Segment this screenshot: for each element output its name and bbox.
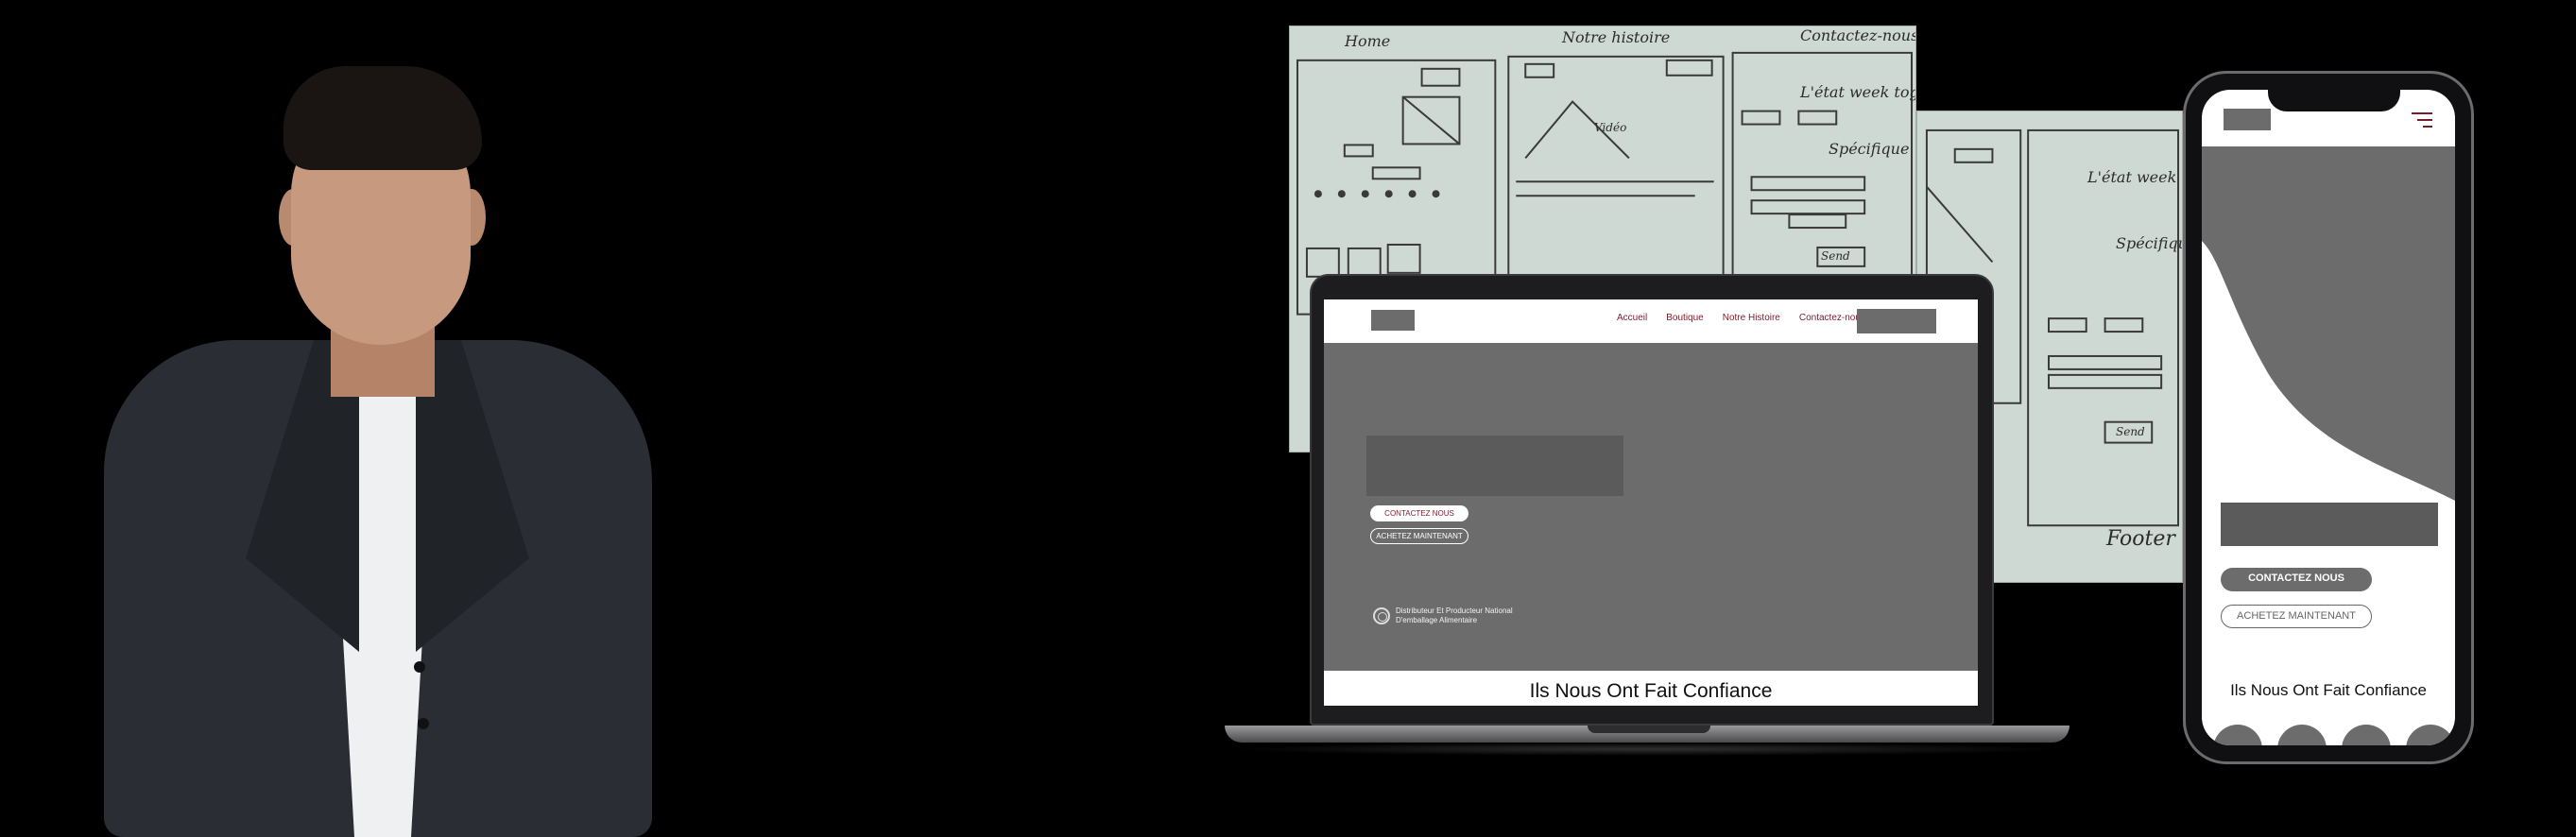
site-logo-placeholder[interactable] bbox=[1371, 310, 1415, 331]
sketch-label: Home bbox=[1345, 32, 1391, 50]
contact-button[interactable]: CONTACTEZ NOUS bbox=[1370, 505, 1468, 521]
sketch-label: Send bbox=[1821, 249, 1850, 263]
site-navbar: Accueil Boutique Notre Histoire Contacte… bbox=[1324, 299, 1978, 343]
hero-title-placeholder bbox=[1366, 436, 1623, 496]
client-logo-placeholder bbox=[2277, 725, 2327, 745]
mobile-trust-heading: Ils Nous Ont Fait Confiance bbox=[2230, 681, 2427, 699]
nav-links: Accueil Boutique Notre Histoire Contacte… bbox=[1617, 313, 1865, 323]
nav-link-notre-histoire[interactable]: Notre Histoire bbox=[1723, 313, 1780, 323]
client-logo-placeholder bbox=[2213, 725, 2262, 745]
sketch-label: Spécifique bbox=[2116, 234, 2182, 252]
phone-notch bbox=[2268, 85, 2400, 111]
sketch-label: L'état week togeth bbox=[1800, 83, 1915, 101]
designer-portrait bbox=[85, 57, 671, 837]
laptop-shadow bbox=[1228, 743, 2066, 756]
nav-link-accueil[interactable]: Accueil bbox=[1617, 313, 1647, 323]
badge-seal-icon bbox=[1373, 607, 1390, 624]
producer-badge: Distributeur Et Producteur National D'em… bbox=[1373, 606, 1513, 625]
sketch-label: Contactez-nous bbox=[1800, 26, 1916, 44]
sketch-label: Send bbox=[2116, 425, 2145, 438]
mobile-buy-now-button[interactable]: ACHETEZ MAINTENANT bbox=[2221, 605, 2372, 628]
mobile-title-placeholder bbox=[2221, 503, 2438, 546]
mobile-logo-placeholder[interactable] bbox=[2224, 109, 2271, 130]
trust-section: Ils Nous Ont Fait Confiance bbox=[1324, 671, 1978, 706]
badge-line-1: Distributeur Et Producteur National bbox=[1396, 606, 1513, 615]
sketch-label: Vidéo bbox=[1594, 121, 1627, 134]
portrait-jacket-button bbox=[418, 718, 429, 729]
portrait-jacket-button bbox=[414, 661, 425, 673]
client-logo-placeholder bbox=[2342, 725, 2391, 745]
sketch-label: Footer bbox=[2106, 527, 2175, 551]
portrait-hair bbox=[283, 66, 482, 170]
mobile-hero-shape bbox=[2202, 146, 2455, 501]
trust-heading: Ils Nous Ont Fait Confiance bbox=[1529, 680, 1773, 702]
phone-screen: CONTACTEZ NOUS ACHETEZ MAINTENANT Ils No… bbox=[2202, 90, 2455, 745]
laptop-screen: Accueil Boutique Notre Histoire Contacte… bbox=[1324, 299, 1978, 706]
mobile-contact-button[interactable]: CONTACTEZ NOUS bbox=[2221, 568, 2372, 591]
laptop-hinge-notch bbox=[1588, 726, 1710, 733]
sketch-label: Notre histoire bbox=[1562, 28, 1671, 46]
nav-cta-placeholder[interactable] bbox=[1857, 309, 1936, 333]
hamburger-menu-icon[interactable] bbox=[2412, 112, 2432, 129]
sketch-label: Spécifique bbox=[1829, 140, 1910, 158]
buy-now-button[interactable]: ACHETEZ MAINTENANT bbox=[1370, 528, 1468, 544]
sketch-label: L'état week t bbox=[2087, 168, 2183, 186]
nav-link-contactez-nous[interactable]: Contactez-nous bbox=[1799, 313, 1865, 323]
nav-link-boutique[interactable]: Boutique bbox=[1666, 313, 1703, 323]
badge-text: Distributeur Et Producteur National D'em… bbox=[1396, 606, 1513, 625]
badge-line-2: D'emballage Alimentaire bbox=[1396, 616, 1478, 624]
client-logo-placeholder bbox=[2406, 725, 2455, 745]
